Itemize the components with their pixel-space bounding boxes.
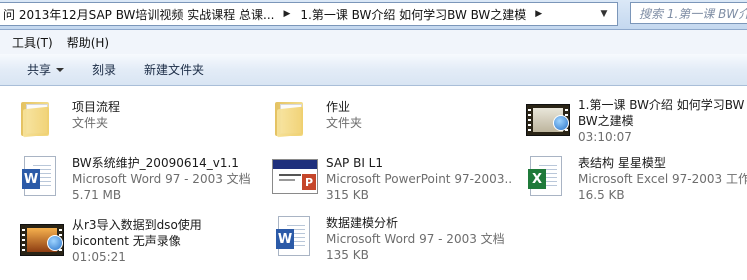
file-type: Microsoft Word 97 - 2003 文档 — [72, 172, 251, 186]
video-icon — [18, 214, 66, 262]
file-type: Microsoft Excel 97-2003 工作表 — [578, 172, 747, 186]
file-item-word[interactable]: W BW系统维护_20090614_v1.1 Microsoft Word 97… — [18, 152, 258, 208]
file-size: 16.5 KB — [578, 188, 625, 202]
breadcrumb-separator-icon[interactable]: ▶ — [529, 9, 548, 19]
menu-bar: 工具(T) 帮助(H) — [0, 30, 747, 54]
word-doc-icon: W — [272, 212, 320, 260]
file-name: 从r3导入数据到dso使用bicontent 无声录像 — [72, 218, 202, 248]
menu-tools[interactable]: 工具(T) — [0, 34, 60, 51]
file-type: Microsoft Word 97 - 2003 文档 — [326, 232, 505, 246]
file-size: 5.71 MB — [72, 188, 122, 202]
folder-icon — [272, 96, 320, 144]
share-label: 共享 — [27, 63, 52, 77]
address-bar: 问 2013年12月SAP BW培训视频 实战课程 总课... ▶ 1.第一课 … — [0, 0, 747, 30]
burn-button[interactable]: 刻录 — [78, 61, 130, 78]
breadcrumb[interactable]: 问 2013年12月SAP BW培训视频 实战课程 总课... ▶ 1.第一课 … — [0, 2, 618, 26]
file-type: 文件夹 — [326, 116, 363, 130]
file-name: SAP BI L1 — [326, 156, 384, 170]
file-name: 1.第一课 BW介绍 如何学习BW BW之建模 — [578, 98, 745, 128]
file-item-folder[interactable]: 项目流程 文件夹 — [18, 96, 258, 152]
file-name: 表结构 星星模型 — [578, 156, 666, 170]
powerpoint-icon: P — [272, 152, 320, 200]
file-size: 135 KB — [326, 248, 369, 262]
excel-icon: X — [524, 152, 572, 200]
file-item-folder[interactable]: 作业 文件夹 — [272, 96, 512, 152]
search-input[interactable]: 搜索 1.第一课 BW介绍 — [630, 2, 747, 24]
folder-icon — [18, 96, 66, 144]
file-type: 文件夹 — [72, 116, 109, 130]
new-folder-button[interactable]: 新建文件夹 — [130, 61, 218, 78]
new-folder-label: 新建文件夹 — [144, 63, 205, 77]
file-item-video[interactable]: 1.第一课 BW介绍 如何学习BW BW之建模 03:10:07 — [524, 94, 747, 150]
file-name: 数据建模分析 — [326, 216, 399, 230]
play-icon — [553, 115, 569, 131]
play-icon — [47, 235, 63, 251]
file-name: 作业 — [326, 100, 351, 114]
burn-label: 刻录 — [92, 63, 117, 77]
breadcrumb-parent[interactable]: 问 2013年12月SAP BW培训视频 实战课程 总课... — [0, 6, 277, 23]
command-bar: 共享 刻录 新建文件夹 — [0, 54, 747, 86]
word-doc-icon: W — [18, 152, 66, 200]
file-item-word[interactable]: W 数据建模分析 Microsoft Word 97 - 2003 文档 135… — [272, 212, 512, 268]
chevron-down-icon — [56, 67, 65, 72]
file-name: BW系统维护_20090614_v1.1 — [72, 156, 239, 170]
file-item-excel[interactable]: X 表结构 星星模型 Microsoft Excel 97-2003 工作表 1… — [524, 152, 747, 208]
file-size: 315 KB — [326, 188, 369, 202]
file-item-powerpoint[interactable]: P SAP BI L1 Microsoft PowerPoint 97-2003… — [272, 152, 512, 208]
breadcrumb-current[interactable]: 1.第一课 BW介绍 如何学习BW BW之建模 — [296, 6, 529, 23]
file-item-video[interactable]: 从r3导入数据到dso使用bicontent 无声录像 01:05:21 — [18, 214, 258, 270]
video-icon — [524, 94, 572, 142]
file-type: Microsoft PowerPoint 97-2003... — [326, 172, 512, 186]
menu-help[interactable]: 帮助(H) — [60, 34, 116, 51]
file-duration: 01:05:21 — [72, 250, 126, 264]
file-name: 项目流程 — [72, 100, 121, 114]
breadcrumb-separator-icon[interactable]: ▶ — [277, 9, 296, 19]
file-duration: 03:10:07 — [578, 130, 632, 144]
address-dropdown-icon[interactable]: ▼ — [591, 3, 617, 25]
share-button[interactable]: 共享 — [0, 61, 78, 78]
